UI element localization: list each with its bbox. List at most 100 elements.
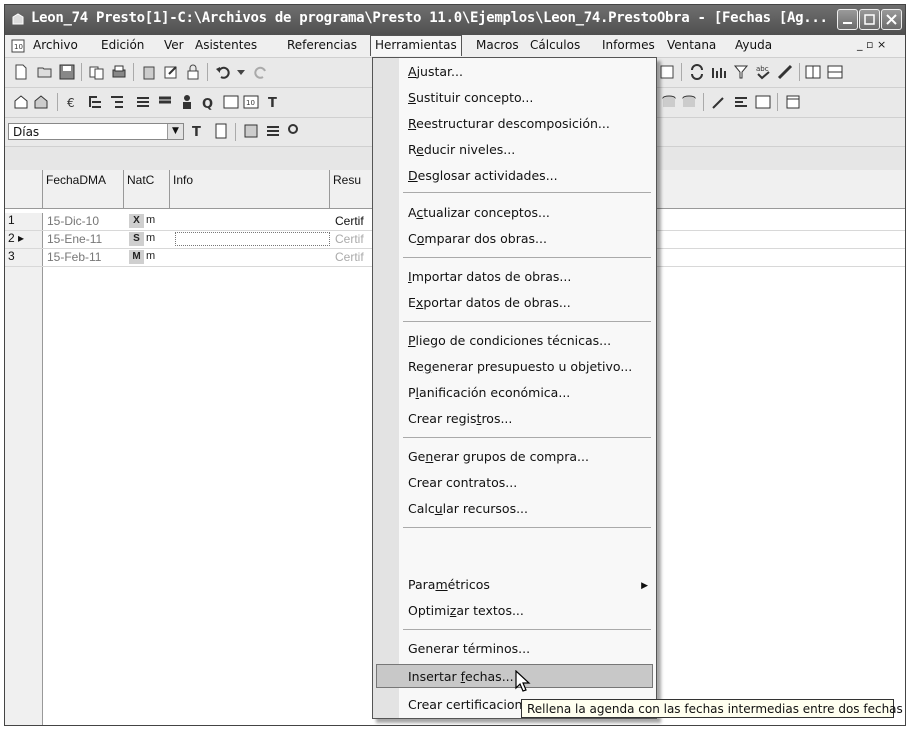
menu-item-pliego-condiciones[interactable]: Pliego de condiciones técnicas... [408, 333, 611, 348]
resumen-cell[interactable]: Certif [335, 250, 364, 264]
menu-item-importar-datos[interactable]: Importar datos de obras... [408, 269, 571, 284]
indent-icon[interactable] [109, 94, 125, 110]
house-list-icon[interactable] [33, 94, 49, 110]
menu-item-optimizar-textos[interactable]: Optimizar textos... [408, 603, 524, 618]
fecha-cell[interactable]: 15-Feb-11 [47, 250, 101, 264]
menu-herramientas[interactable]: Herramientas [370, 35, 462, 56]
menu-informes[interactable]: Informes [602, 38, 655, 52]
minimize-button[interactable] [837, 9, 858, 30]
menu-macros[interactable]: Macros [476, 38, 519, 52]
menu-item-insertar-fechas[interactable]: Insertar fechas... [408, 669, 514, 684]
refresh-icon[interactable] [689, 64, 705, 80]
menu-item-comparar-obras[interactable]: Comparar dos obras... [408, 231, 547, 246]
copy-icon[interactable] [89, 64, 105, 80]
undo-icon[interactable] [215, 64, 231, 80]
natc-cell[interactable]: S m [129, 232, 167, 246]
lock-icon[interactable] [185, 64, 201, 80]
column-header-fecha[interactable]: FechaDMA [43, 170, 124, 208]
svg-text:Q: Q [202, 97, 213, 110]
text-size-icon[interactable]: T [191, 123, 207, 139]
maximize-button[interactable] [859, 9, 880, 30]
grid-icon[interactable] [265, 123, 281, 139]
menu-ventana[interactable]: Ventana [667, 38, 716, 52]
menu-ayuda[interactable]: Ayuda [735, 38, 772, 52]
list-icon[interactable] [135, 94, 151, 110]
natc-cell[interactable]: X m [129, 214, 167, 228]
new-file-icon[interactable] [13, 64, 29, 80]
header-icon[interactable] [157, 94, 173, 110]
units-combo[interactable]: Días ▼ [8, 123, 184, 140]
print-icon[interactable] [111, 64, 127, 80]
menu-item-actualizar-conceptos[interactable]: Actualizar conceptos... [408, 205, 550, 220]
people-icon[interactable] [179, 94, 195, 110]
menu-item-reestructurar[interactable]: Reestructurar descomposición... [408, 116, 610, 131]
notes-icon[interactable] [213, 123, 229, 139]
info-cell-focused[interactable] [175, 232, 330, 246]
columns-icon[interactable] [805, 64, 821, 80]
expand-icon[interactable] [711, 64, 727, 80]
database-icon[interactable] [661, 94, 677, 110]
undo-dropdown-icon[interactable] [233, 64, 249, 80]
menu-item-desglosar[interactable]: Desglosar actividades... [408, 168, 558, 183]
column-header-info[interactable]: Info [170, 170, 330, 208]
menu-item-sustituir-concepto[interactable]: Sustituir concepto... [408, 90, 533, 105]
paste-icon[interactable] [141, 64, 157, 80]
menu-calculos[interactable]: Cálculos [530, 38, 580, 52]
chevron-down-icon[interactable]: ▼ [167, 124, 183, 139]
menu-item-crear-contratos[interactable]: Crear contratos... [408, 475, 517, 490]
svg-text:abc: abc [756, 65, 769, 73]
menu-item-reducir-niveles[interactable]: Reducir niveles... [408, 142, 515, 157]
rows-icon[interactable] [827, 64, 843, 80]
edit-icon[interactable] [163, 64, 179, 80]
price-icon[interactable]: € [65, 94, 81, 110]
menu-item-calcular-recursos[interactable]: Calcular recursos... [408, 501, 528, 516]
wand-icon[interactable] [711, 94, 727, 110]
calendar-icon[interactable] [223, 94, 239, 110]
column-header-natc[interactable]: NatC [124, 170, 170, 208]
menu-item-generar-grupos-compra[interactable]: Generar grupos de compra... [408, 449, 589, 464]
resumen-cell[interactable]: Certif [335, 232, 364, 246]
clear-icon[interactable] [777, 64, 793, 80]
resumen-cell[interactable]: Certif [335, 214, 364, 228]
spellcheck-icon[interactable]: abc [755, 64, 771, 80]
menu-edicion[interactable]: Edición [101, 38, 144, 52]
fecha-cell[interactable]: 15-Ene-11 [47, 232, 102, 246]
menu-item-ajustar[interactable]: Ajustar... [408, 64, 463, 79]
fecha-cell[interactable]: 15-Dic-10 [47, 214, 99, 228]
svg-text:10: 10 [246, 99, 255, 107]
menu-item-crear-registros[interactable]: Crear registros... [408, 411, 512, 426]
document-icon[interactable]: 10 [11, 39, 25, 53]
menu-ver[interactable]: Ver [164, 38, 184, 52]
unit-icon: m [146, 214, 156, 226]
filter-icon[interactable] [733, 64, 749, 80]
menu-separator [403, 629, 651, 630]
natc-cell[interactable]: M m [129, 250, 167, 264]
agenda-icon[interactable]: 10 [243, 94, 259, 110]
open-folder-icon[interactable] [37, 64, 53, 80]
menu-item-generar-terminos[interactable]: Generar términos... [408, 641, 530, 656]
close-button[interactable] [881, 9, 902, 30]
select-icon[interactable] [755, 94, 771, 110]
window-icon[interactable] [785, 94, 801, 110]
add-query-icon[interactable]: Q [201, 94, 217, 110]
menu-archivo[interactable]: Archivo [33, 38, 78, 52]
save-icon[interactable] [59, 64, 75, 80]
menu-item-crear-certificaciones[interactable]: Crear certificacione [408, 697, 530, 712]
menu-referencias[interactable]: Referencias [287, 38, 357, 52]
preview-icon[interactable] [659, 64, 675, 80]
layers-icon[interactable] [243, 123, 259, 139]
menu-asistentes[interactable]: Asistentes [195, 38, 257, 52]
redo-icon[interactable] [253, 64, 269, 80]
sort-icon[interactable] [733, 94, 749, 110]
mdi-controls[interactable]: _ ▫ × [857, 38, 886, 51]
menu-item-regenerar-presupuesto[interactable]: Regenerar presupuesto u objetivo... [408, 359, 632, 374]
house-icon[interactable] [13, 94, 29, 110]
group-icon[interactable] [285, 123, 301, 139]
text-tool-icon[interactable]: T [267, 94, 283, 110]
menu-item-planificacion-economica[interactable]: Planificación económica... [408, 385, 570, 400]
database-export-icon[interactable] [681, 94, 697, 110]
svg-text:T: T [192, 125, 201, 139]
menu-item-exportar-datos[interactable]: Exportar datos de obras... [408, 295, 571, 310]
menu-item-parametricos[interactable]: Paramétricos [408, 577, 490, 592]
tree-icon[interactable] [87, 94, 103, 110]
